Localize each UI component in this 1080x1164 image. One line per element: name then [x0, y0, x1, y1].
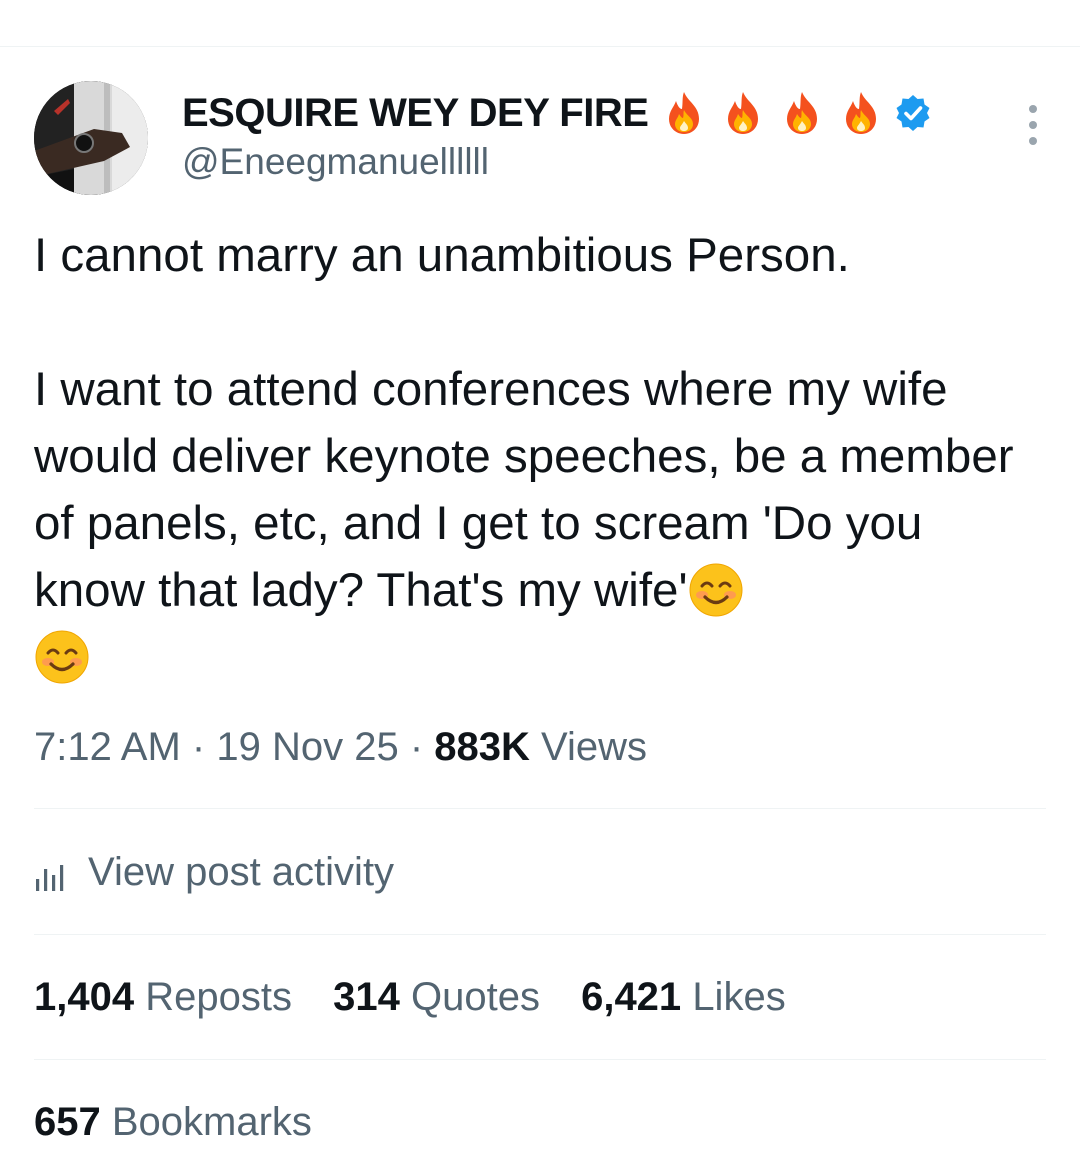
post-meta: 7:12 AM · 19 Nov 25 · 883K Views: [34, 725, 647, 770]
fire-emoji-icon: [720, 90, 766, 136]
handle[interactable]: @Eneegmanuellllll: [182, 141, 932, 183]
verified-badge-icon: [894, 94, 932, 132]
view-post-activity-button[interactable]: View post activity: [34, 850, 394, 895]
likes-label: Likes: [692, 975, 786, 1019]
divider: [34, 1059, 1046, 1060]
more-dot-icon: [1029, 121, 1037, 129]
view-post-activity-label: View post activity: [88, 850, 395, 894]
meta-separator: ·: [409, 725, 424, 769]
divider: [34, 808, 1046, 809]
divider: [34, 934, 1046, 935]
reposts-stat[interactable]: 1,404 Reposts: [34, 975, 292, 1019]
bookmarks-label: Bookmarks: [111, 1100, 312, 1144]
top-border: [0, 46, 1080, 47]
post-time[interactable]: 7:12 AM: [34, 725, 181, 769]
post-text: I cannot marry an unambitious Person. I …: [34, 222, 1046, 691]
bookmarks-stat[interactable]: 657 Bookmarks: [34, 1100, 312, 1145]
author-info: ESQUIRE WEY DEY FIRE @Eneegmanuellllll: [182, 89, 932, 183]
quotes-stat[interactable]: 314 Quotes: [333, 975, 540, 1019]
fire-emoji-icon: [838, 90, 884, 136]
fire-emoji-icon: [661, 90, 707, 136]
more-options-button[interactable]: [1020, 105, 1046, 145]
more-dot-icon: [1029, 137, 1037, 145]
fire-emoji-icon: [779, 90, 825, 136]
post-text-line-1: I cannot marry an unambitious Person.: [34, 229, 850, 282]
quotes-label: Quotes: [410, 975, 540, 1019]
chart-bars-icon: [36, 864, 64, 891]
smiling-face-emoji-icon: [688, 562, 744, 618]
likes-count: 6,421: [581, 975, 682, 1019]
engagement-stats: 1,404 Reposts 314 Quotes 6,421 Likes: [34, 975, 816, 1020]
more-dot-icon: [1029, 105, 1037, 113]
smiling-face-emoji-icon: [34, 629, 90, 685]
post-date[interactable]: 19 Nov 25: [216, 725, 398, 769]
views-count: 883K: [434, 725, 530, 769]
avatar[interactable]: [34, 81, 148, 195]
post-header: ESQUIRE WEY DEY FIRE @Eneegmanuellllll: [34, 81, 1046, 195]
bookmarks-count: 657: [34, 1100, 101, 1144]
reposts-count: 1,404: [34, 975, 135, 1019]
post-text-line-2: I want to attend conferences where my wi…: [34, 363, 1027, 617]
likes-stat[interactable]: 6,421 Likes: [581, 975, 786, 1019]
reposts-label: Reposts: [145, 975, 292, 1019]
views-label: Views: [541, 725, 647, 769]
display-name[interactable]: ESQUIRE WEY DEY FIRE: [182, 91, 649, 136]
quotes-count: 314: [333, 975, 400, 1019]
meta-separator: ·: [191, 725, 206, 769]
display-name-row: ESQUIRE WEY DEY FIRE: [182, 89, 932, 137]
